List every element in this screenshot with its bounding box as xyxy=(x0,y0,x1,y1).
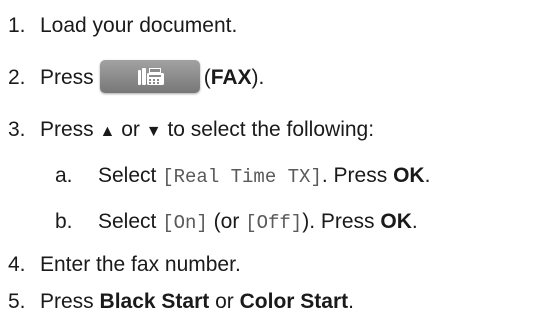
substep-letter: a. xyxy=(55,164,73,187)
fax-button[interactable] xyxy=(99,59,200,93)
step-number: 1. xyxy=(8,14,26,37)
instruction-list: 1. Load your document. 2. Press (FAX). 3… xyxy=(0,0,539,321)
fax-label: FAX xyxy=(210,66,252,89)
substep-text: Select [On] (or [Off]). Press OK. xyxy=(98,210,418,234)
step-text: Press ▲ or ▼ to select the following: xyxy=(40,118,375,141)
substep-letter: b. xyxy=(55,210,73,233)
paren-close: ). xyxy=(251,66,265,89)
menu-option-code: [On] xyxy=(162,212,208,234)
color-start-label: Color Start xyxy=(239,290,349,313)
fax-icon xyxy=(137,67,164,85)
press-word: Press xyxy=(40,66,94,89)
step-text: Press Black Start or Color Start. xyxy=(40,290,354,313)
step-number: 5. xyxy=(8,290,26,313)
black-start-label: Black Start xyxy=(99,290,210,313)
step-number: 2. xyxy=(8,66,26,89)
ok-label: OK xyxy=(393,164,425,187)
step-text: Load your document. xyxy=(40,14,238,37)
step-text: Enter the fax number. xyxy=(40,253,241,276)
step-number: 3. xyxy=(8,118,26,141)
down-arrow-icon: ▼ xyxy=(145,123,162,140)
menu-option-code: [Real Time TX] xyxy=(162,166,322,188)
up-arrow-icon: ▲ xyxy=(99,123,116,140)
paren-open: ( xyxy=(203,66,211,89)
substep-text: Select [Real Time TX]. Press OK. xyxy=(98,164,431,188)
ok-label: OK xyxy=(380,210,412,233)
menu-option-code: [Off] xyxy=(245,212,303,234)
step-text: Press (FAX). xyxy=(40,58,264,98)
step-number: 4. xyxy=(8,253,26,276)
